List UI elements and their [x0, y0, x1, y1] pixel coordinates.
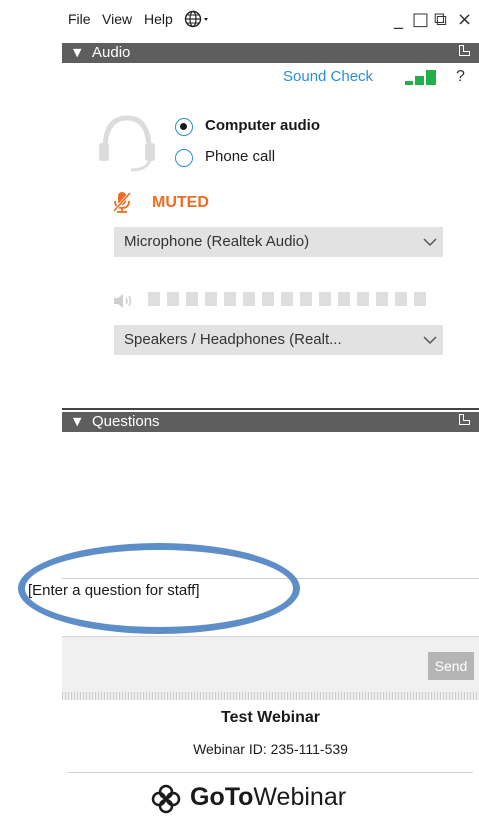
highlight-ellipse — [18, 543, 300, 634]
menu-help[interactable]: Help — [144, 11, 173, 27]
gotowebinar-control-panel: File View Help _ □ ⧉ × ▼ Audio Sound Che… — [0, 0, 479, 823]
microphone-select[interactable]: Microphone (Realtek Audio) — [114, 227, 443, 257]
muted-status: MUTED — [152, 194, 209, 211]
popout-window-button[interactable]: ⧉ — [434, 9, 447, 30]
questions-panel-title: Questions — [92, 413, 160, 430]
gotowebinar-logo: GoToWebinar — [150, 781, 380, 815]
restore-button[interactable]: □ — [412, 9, 429, 30]
audio-panel-header[interactable]: ▼ Audio — [62, 43, 479, 63]
menu-bar: File View Help _ □ ⧉ × — [62, 6, 479, 34]
globe-icon[interactable] — [184, 10, 214, 28]
divider — [68, 772, 473, 773]
resize-grip[interactable] — [62, 692, 479, 700]
help-icon[interactable]: ? — [456, 68, 465, 86]
webinar-id: Webinar ID: 235-111-539 — [193, 741, 348, 757]
goto-logo-icon — [150, 783, 182, 815]
signal-bars-icon — [405, 69, 445, 85]
phone-call-radio[interactable] — [175, 149, 193, 167]
minimize-button[interactable]: _ — [394, 9, 403, 30]
menu-file[interactable]: File — [68, 11, 91, 27]
logo-goto: GoTo — [190, 783, 254, 811]
speaker-icon — [113, 292, 137, 310]
collapse-triangle-icon[interactable]: ▼ — [73, 415, 81, 428]
popout-icon[interactable] — [459, 45, 470, 56]
mic-muted-icon[interactable] — [112, 191, 132, 213]
menu-view[interactable]: View — [102, 11, 132, 27]
webinar-title: Test Webinar — [221, 709, 320, 726]
chevron-down-icon — [423, 235, 437, 247]
close-button[interactable]: × — [457, 9, 472, 30]
computer-audio-radio[interactable] — [175, 118, 193, 136]
logo-webinar: Webinar — [253, 783, 347, 811]
popout-icon[interactable] — [459, 414, 470, 425]
speakers-select[interactable]: Speakers / Headphones (Realt... — [114, 325, 443, 355]
send-button[interactable]: Send — [428, 652, 474, 680]
sound-check-link[interactable]: Sound Check — [283, 68, 373, 85]
phone-call-label[interactable]: Phone call — [205, 148, 275, 165]
send-bar — [62, 636, 479, 693]
speakers-select-value: Speakers / Headphones (Realt... — [124, 331, 342, 348]
panel-divider[interactable] — [62, 408, 479, 410]
chevron-down-icon — [423, 333, 437, 345]
questions-panel-header[interactable]: ▼ Questions — [62, 412, 479, 432]
headset-icon — [97, 110, 157, 174]
collapse-triangle-icon[interactable]: ▼ — [73, 46, 81, 59]
logo-text: GoToWebinar — [190, 783, 346, 812]
computer-audio-label[interactable]: Computer audio — [205, 117, 320, 134]
microphone-select-value: Microphone (Realtek Audio) — [124, 233, 310, 250]
audio-panel-title: Audio — [92, 44, 131, 61]
